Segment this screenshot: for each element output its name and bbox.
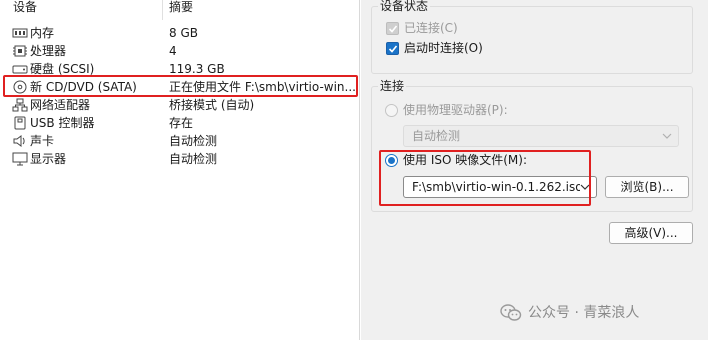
device-status-group: 设备状态 已连接(C) 启动时连接(O) — [371, 0, 693, 74]
device-row-cpu[interactable]: 处理器 4 — [0, 42, 358, 60]
device-name: 显示器 — [30, 152, 67, 166]
device-row-network[interactable]: 网络适配器 桥接模式 (自动) — [0, 96, 358, 114]
physical-drive-value: 自动检测 — [412, 129, 461, 143]
device-row-usb[interactable]: USB 控制器 存在 — [0, 114, 358, 132]
summary-column-header[interactable]: 摘要 — [169, 0, 193, 18]
highlight-annotation-iso — [379, 150, 591, 206]
physical-drive-label: 使用物理驱动器(P): — [403, 103, 508, 117]
physical-drive-select[interactable]: 自动检测 — [403, 125, 679, 147]
device-name: 内存 — [30, 26, 55, 40]
connect-at-power-on-checkbox[interactable] — [386, 42, 399, 55]
device-summary: 自动检测 — [169, 134, 218, 148]
device-summary: 8 GB — [169, 26, 198, 40]
memory-icon — [12, 28, 28, 38]
device-row-memory[interactable]: 内存 8 GB — [0, 24, 358, 42]
wechat-icon — [500, 304, 522, 321]
physical-drive-radio[interactable] — [385, 104, 398, 117]
advanced-button[interactable]: 高级(V)... — [609, 222, 693, 244]
column-divider[interactable] — [162, 0, 163, 20]
connected-checkbox[interactable] — [386, 22, 399, 35]
connect-at-power-on-label: 启动时连接(O) — [404, 41, 483, 55]
device-name: USB 控制器 — [30, 116, 95, 130]
browse-button[interactable]: 浏览(B)... — [605, 176, 689, 198]
network-adapter-icon — [12, 98, 28, 112]
chevron-down-icon — [662, 133, 672, 139]
connected-label: 已连接(C) — [404, 21, 458, 35]
device-summary: 4 — [169, 44, 177, 58]
highlight-annotation-cd-dvd — [3, 75, 358, 97]
cpu-icon — [13, 45, 27, 57]
usb-icon — [14, 116, 26, 130]
display-icon — [12, 152, 28, 166]
device-summary: 桥接模式 (自动) — [169, 98, 255, 112]
device-summary: 存在 — [169, 116, 194, 130]
sound-card-icon — [13, 135, 25, 147]
device-name: 网络适配器 — [30, 98, 91, 112]
device-column-header[interactable]: 设备 — [13, 0, 37, 18]
watermark-text: 公众号 · 青菜浪人 — [528, 305, 640, 321]
device-name: 处理器 — [30, 44, 67, 58]
connection-title: 连接 — [378, 79, 407, 93]
device-list-panel: 设备 摘要 内存 8 GB 处理器 4 硬盘 (SCSI) 119.3 GB 新… — [0, 0, 360, 340]
device-name: 声卡 — [30, 134, 55, 148]
device-row-sound[interactable]: 声卡 自动检测 — [0, 132, 358, 150]
device-summary: 自动检测 — [169, 152, 218, 166]
device-row-display[interactable]: 显示器 自动检测 — [0, 150, 358, 168]
hard-disk-icon — [12, 65, 28, 74]
device-status-title: 设备状态 — [378, 0, 431, 13]
